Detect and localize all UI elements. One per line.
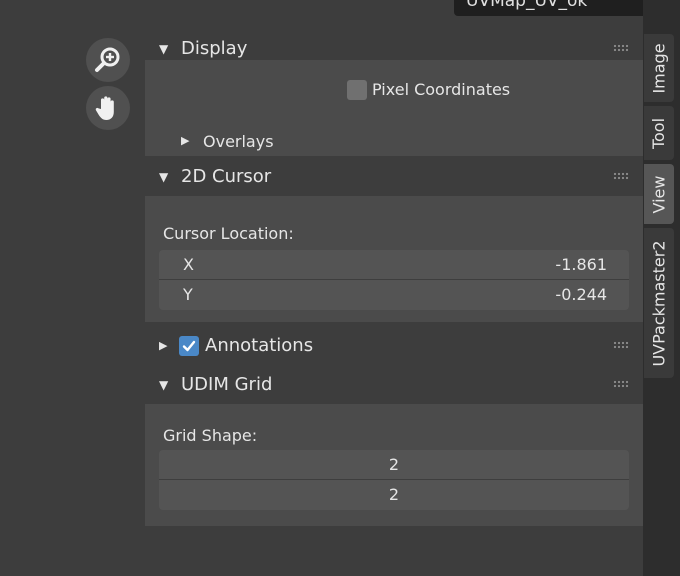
sidebar-tabs: Image Tool View UVPackmaster2 <box>643 0 680 576</box>
udim-panel-title: UDIM Grid <box>181 374 273 395</box>
cursor-panel-title: 2D Cursor <box>181 166 272 187</box>
tab-image[interactable]: Image <box>644 34 674 102</box>
cursor-y-label: Y <box>183 285 193 304</box>
grid-shape-x-field[interactable]: 2 <box>159 450 629 480</box>
pixel-coordinates-label: Pixel Coordinates <box>372 80 511 99</box>
uv-map-field[interactable]: UVMap_UV_ok <box>454 0 660 16</box>
tab-tool[interactable]: Tool <box>644 106 674 160</box>
collapse-arrow-icon: ▼ <box>159 378 169 392</box>
cursor-panel-body: Cursor Location: X -1.861 Y -0.244 <box>145 196 643 322</box>
cursor-location-label: Cursor Location: <box>163 224 294 243</box>
uv-map-value: UVMap_UV_ok <box>466 0 588 11</box>
tab-view-label: View <box>649 175 669 213</box>
grid-shape-y-value: 2 <box>388 485 400 504</box>
annotations-checkbox[interactable] <box>179 336 199 356</box>
grid-shape-label: Grid Shape: <box>163 426 258 445</box>
checkmark-icon <box>182 340 196 352</box>
udim-panel-body: Grid Shape: 2 2 <box>145 404 643 526</box>
tab-uvpackmaster2-label: UVPackmaster2 <box>649 239 669 367</box>
cursor-y-field[interactable]: Y -0.244 <box>159 280 629 310</box>
drag-grip-icon[interactable] <box>613 341 629 349</box>
zoom-button[interactable] <box>86 38 130 82</box>
sidebar-panels: ▼ Display Pixel Coordinates ▶ Overlays ▼… <box>145 30 643 526</box>
cursor-panel-header[interactable]: ▼ 2D Cursor <box>145 158 643 196</box>
overlays-subpanel-header[interactable]: ▶ Overlays <box>145 126 643 156</box>
grid-shape-y-field[interactable]: 2 <box>159 480 629 510</box>
annotations-panel-header[interactable]: ▶ Annotations <box>145 327 643 365</box>
zoom-in-icon <box>95 47 120 72</box>
overlays-label: Overlays <box>203 132 274 151</box>
udim-panel-header[interactable]: ▼ UDIM Grid <box>145 366 643 404</box>
cursor-x-value: -1.861 <box>555 255 607 274</box>
display-panel-body: Pixel Coordinates ▶ Overlays <box>145 60 643 156</box>
cursor-y-value: -0.244 <box>555 285 607 304</box>
tab-tool-label: Tool <box>649 117 669 149</box>
expand-arrow-icon: ▶ <box>159 339 168 352</box>
drag-grip-icon[interactable] <box>613 172 629 180</box>
tab-image-label: Image <box>649 42 669 94</box>
collapse-arrow-icon: ▼ <box>159 170 169 184</box>
tab-view[interactable]: View <box>644 164 674 224</box>
cursor-x-label: X <box>183 255 194 274</box>
annotations-panel-title: Annotations <box>205 335 314 356</box>
tab-uvpackmaster2[interactable]: UVPackmaster2 <box>644 228 674 378</box>
cursor-x-field[interactable]: X -1.861 <box>159 250 629 280</box>
expand-arrow-icon: ▶ <box>181 134 190 147</box>
pan-button[interactable] <box>86 86 130 130</box>
drag-grip-icon[interactable] <box>613 380 629 388</box>
drag-grip-icon[interactable] <box>613 44 629 52</box>
pixel-coordinates-checkbox[interactable] <box>347 80 367 100</box>
hand-icon <box>95 96 114 120</box>
grid-shape-x-value: 2 <box>388 455 400 474</box>
